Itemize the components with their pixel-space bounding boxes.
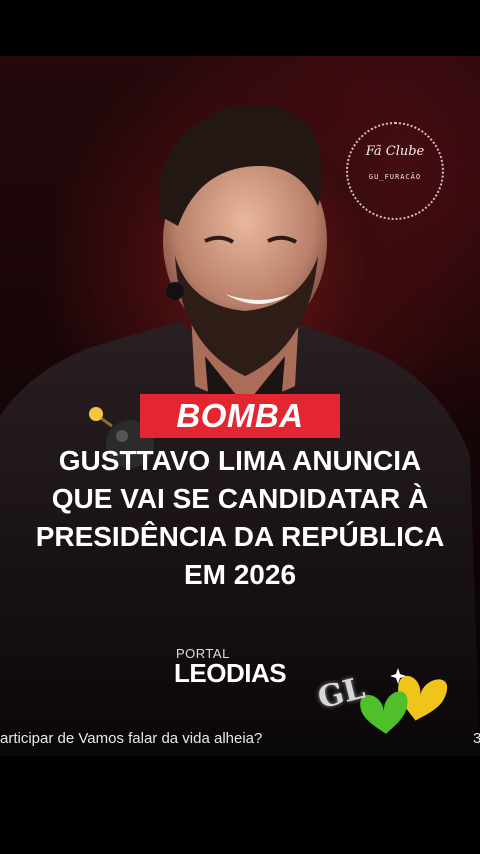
bomba-badge: BOMBA	[140, 394, 340, 438]
fan-club-handle: GU_FURACÃO	[368, 173, 422, 181]
fan-club-title: Fã Clube	[365, 144, 425, 159]
question-caption[interactable]: articipar de Vamos falar da vida alheia?	[0, 730, 480, 747]
headline-line: GUSTTAVO LIMA ANUNCIA	[58, 445, 422, 476]
headline-line: PRESIDÊNCIA DA REPÚBLICA	[35, 521, 445, 552]
caption-trailing: 3	[473, 730, 480, 747]
bottom-black-bar	[0, 756, 480, 854]
headline-line: EM 2026	[183, 559, 297, 590]
fan-club-logo: Fã Clube GU_FURACÃO	[346, 122, 444, 220]
top-black-bar	[0, 0, 480, 56]
headline: GUSTTAVO LIMA ANUNCIA QUE VAI SE CANDIDA…	[0, 442, 480, 594]
headline-line: QUE VAI SE CANDIDATAR À	[51, 483, 429, 514]
leodias-logo: LEODIAS	[174, 658, 287, 688]
